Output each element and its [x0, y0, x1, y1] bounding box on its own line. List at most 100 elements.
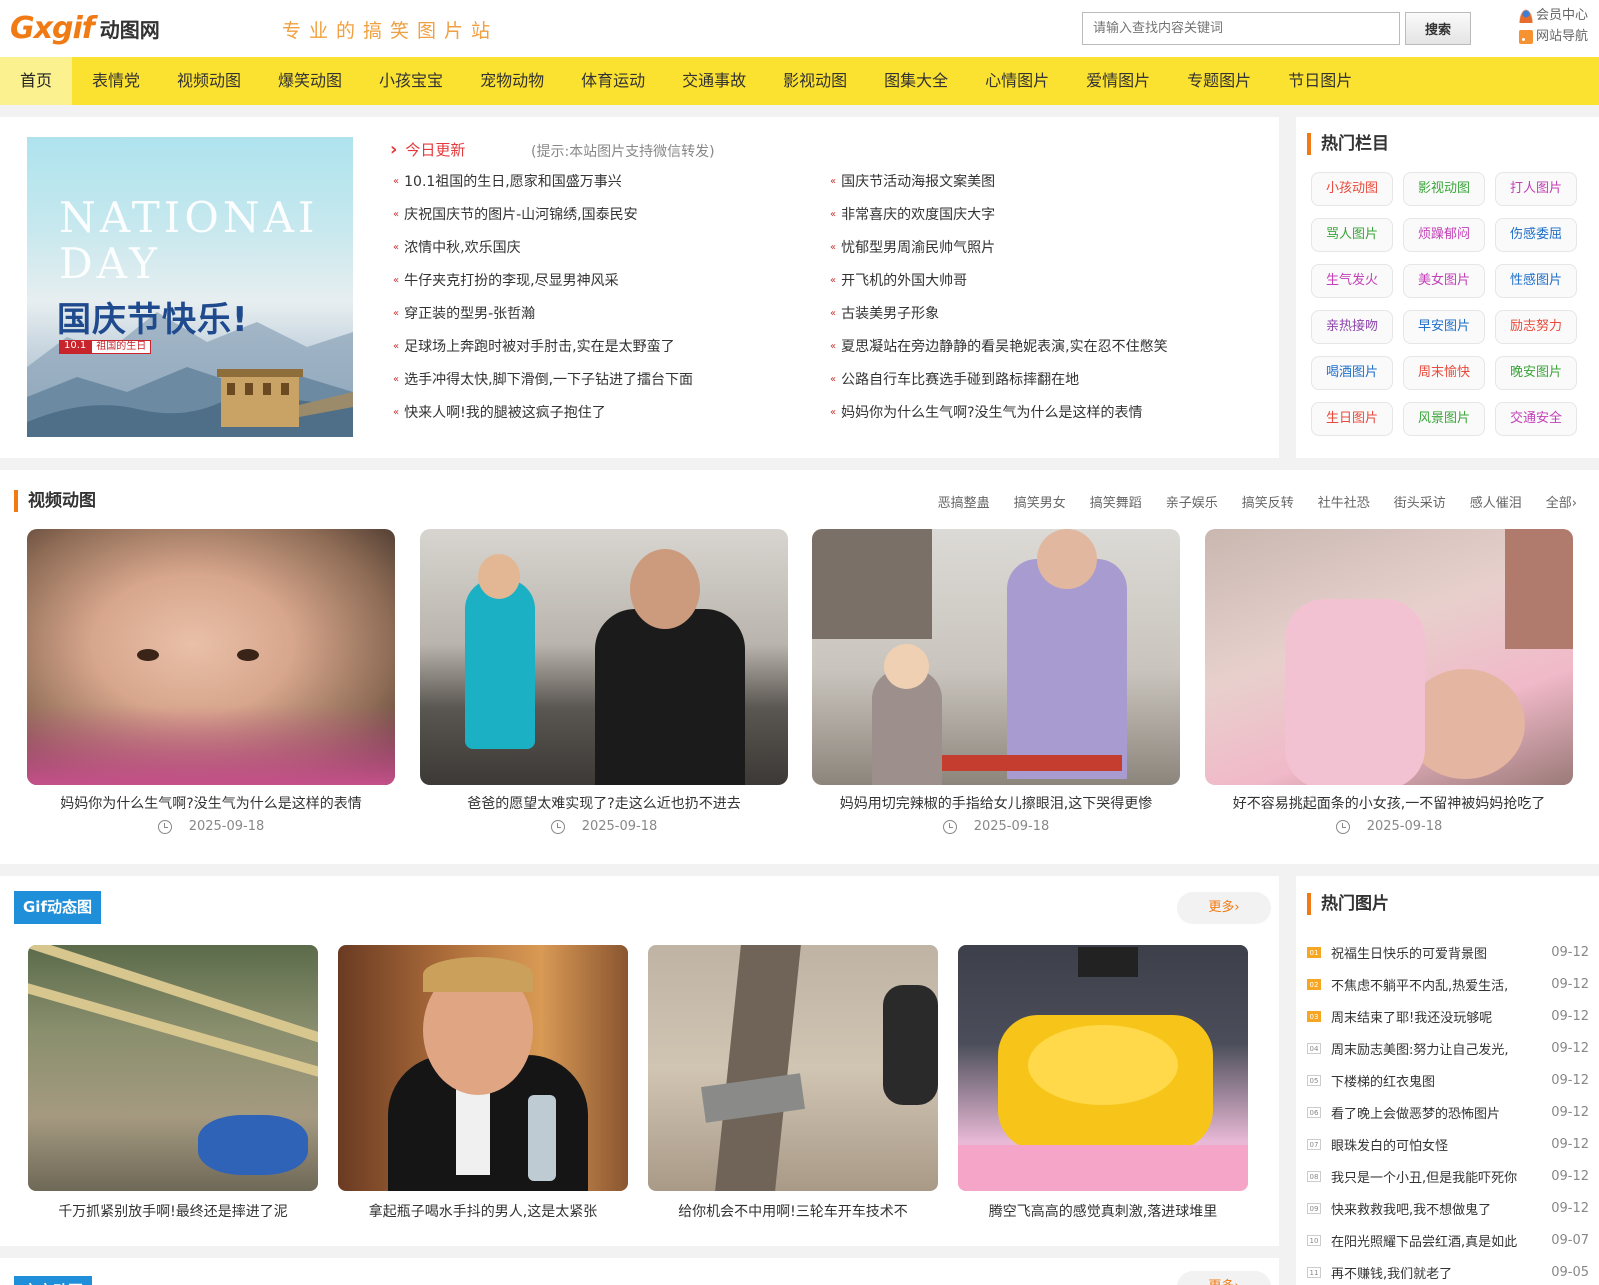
hot-column-tag[interactable]: 晚安图片 [1495, 356, 1577, 390]
nav-item[interactable]: 爆笑动图 [259, 57, 359, 105]
video-title: 妈妈用切完辣椒的手指给女儿擦眼泪,这下哭得更惨 [839, 796, 1153, 812]
video-sub-link[interactable]: 感人催泪 [1470, 492, 1522, 511]
nav-item[interactable]: 小孩宝宝 [360, 57, 460, 105]
news-item[interactable]: 快来人啊!我的腿被这疯子抱住了 [393, 403, 693, 436]
video-sub-link[interactable]: 搞笑反转 [1242, 492, 1294, 511]
hot-column-tag[interactable]: 伤感委屈 [1495, 218, 1577, 252]
search-input[interactable] [1082, 12, 1400, 45]
hot-column-tag[interactable]: 早安图片 [1403, 310, 1485, 344]
hot-column-tag[interactable]: 性感图片 [1495, 264, 1577, 298]
gif-thumbnail[interactable] [648, 945, 938, 1191]
gif-thumbnail[interactable] [958, 945, 1248, 1191]
hot-image-item[interactable]: 08 我只是一个小丑,但是我能吓死你 09-12 [1307, 1160, 1589, 1192]
hot-image-date: 09-07 [1551, 1232, 1589, 1248]
hot-column-tag[interactable]: 生日图片 [1311, 402, 1393, 436]
gif-more-button[interactable]: 更多› [1177, 892, 1271, 924]
video-sub-all-link[interactable]: 全部› [1546, 492, 1577, 511]
hot-column-tag[interactable]: 周末愉快 [1403, 356, 1485, 390]
hot-column-tag[interactable]: 亲热接吻 [1311, 310, 1393, 344]
video-sub-link[interactable]: 街头采访 [1394, 492, 1446, 511]
news-item[interactable]: 选手冲得太快,脚下滑倒,一下子钻进了擂台下面 [393, 370, 693, 403]
hot-column-tag[interactable]: 美女图片 [1403, 264, 1485, 298]
baby-more-button[interactable]: 更多› [1177, 1271, 1271, 1285]
gif-card[interactable]: 拿起瓶子喝水手抖的男人,这是太紧张 [338, 945, 628, 1221]
news-item[interactable]: 开飞机的外国大帅哥 [830, 271, 1168, 304]
video-card[interactable]: 爸爸的愿望太难实现了?走这么近也扔不进去 2025-09-18 [420, 529, 788, 834]
video-thumbnail[interactable] [812, 529, 1180, 785]
video-sub-link[interactable]: 恶搞整蛊 [938, 492, 990, 511]
hot-column-tag[interactable]: 风景图片 [1403, 402, 1485, 436]
news-item[interactable]: 夏思凝站在旁边静静的看吴艳妮表演,实在忍不住憋笑 [830, 337, 1167, 370]
site-nav-link[interactable]: 网站导航 [1519, 26, 1588, 47]
baby-section-label[interactable]: 宝宝动图 [14, 1276, 93, 1285]
hot-column-tag[interactable]: 骂人图片 [1311, 218, 1393, 252]
video-thumbnail[interactable] [420, 529, 788, 785]
gif-card[interactable]: 腾空飞高高的感觉真刺激,落进球堆里 [958, 945, 1248, 1221]
news-item[interactable]: 牛仔夹克打扮的李现,尽显男神风采 [393, 271, 693, 304]
gif-thumbnail[interactable] [338, 945, 628, 1191]
nav-item[interactable]: 宠物动物 [461, 57, 561, 105]
member-center-link[interactable]: 会员中心 [1519, 5, 1588, 26]
nav-item[interactable]: 表情党 [73, 57, 157, 105]
video-thumbnail[interactable] [27, 529, 395, 785]
nav-item[interactable]: 视频动图 [158, 57, 258, 105]
video-sub-link[interactable]: 亲子娱乐 [1166, 492, 1218, 511]
hot-column-tag[interactable]: 打人图片 [1495, 172, 1577, 206]
news-item[interactable]: 10.1祖国的生日,愿家和国盛万事兴 [393, 172, 693, 205]
video-card[interactable]: 妈妈用切完辣椒的手指给女儿擦眼泪,这下哭得更惨 2025-09-18 [812, 529, 1180, 834]
today-update-title[interactable]: 今日更新 [390, 139, 465, 160]
news-item[interactable]: 妈妈你为什么生气啊?没生气为什么是这样的表情 [830, 403, 1168, 436]
nav-item[interactable]: 专题图片 [1168, 57, 1268, 105]
gif-thumbnail[interactable] [28, 945, 318, 1191]
hot-image-item[interactable]: 05 下楼梯的红衣鬼图 09-12 [1307, 1064, 1589, 1096]
hot-column-tag[interactable]: 励志努力 [1495, 310, 1577, 344]
nav-item[interactable]: 体育运动 [562, 57, 662, 105]
feature-banner-image[interactable]: NATIONAI DAY 国庆节快乐! 10.1 祖国的生日 [27, 137, 353, 437]
news-item[interactable]: 足球场上奔跑时被对手肘击,实在是太野蛮了 [393, 337, 693, 370]
news-item[interactable]: 古装美男子形象 [830, 304, 1168, 337]
news-item[interactable]: 国庆节活动海报文案美图 [830, 172, 1168, 205]
video-card[interactable]: 好不容易挑起面条的小女孩,一不留神被妈妈抢吃了 2025-09-18 [1205, 529, 1573, 834]
video-card[interactable]: 妈妈你为什么生气啊?没生气为什么是这样的表情 2025-09-18 [27, 529, 395, 834]
hot-image-item[interactable]: 01 祝福生日快乐的可爱背景图 09-12 [1307, 936, 1589, 968]
search-button[interactable]: 搜索 [1405, 12, 1471, 45]
video-sub-link[interactable]: 社牛社恐 [1318, 492, 1370, 511]
nav-item[interactable]: 影视动图 [764, 57, 864, 105]
hot-image-item[interactable]: 06 看了晚上会做恶梦的恐怖图片 09-12 [1307, 1096, 1589, 1128]
hot-image-item[interactable]: 09 快来救救我吧,我不想做鬼了 09-12 [1307, 1192, 1589, 1224]
nav-item[interactable]: 节日图片 [1269, 57, 1369, 105]
nav-item[interactable]: 图集大全 [865, 57, 965, 105]
news-item[interactable]: 忧郁型男周渝民帅气照片 [830, 238, 1168, 271]
news-item[interactable]: 非常喜庆的欢度国庆大字 [830, 205, 1168, 238]
hot-image-item[interactable]: 03 周末结束了耶!我还没玩够呢 09-12 [1307, 1000, 1589, 1032]
news-item[interactable]: 浓情中秋,欢乐国庆 [393, 238, 693, 271]
hot-column-tag[interactable]: 生气发火 [1311, 264, 1393, 298]
nav-item[interactable]: 爱情图片 [1067, 57, 1167, 105]
video-thumbnail[interactable] [1205, 529, 1573, 785]
video-sub-link[interactable]: 搞笑男女 [1014, 492, 1066, 511]
hot-column-tag[interactable]: 交通安全 [1495, 402, 1577, 436]
nav-item[interactable]: 交通事故 [663, 57, 763, 105]
video-sub-link[interactable]: 搞笑舞蹈 [1090, 492, 1142, 511]
nav-item-home[interactable]: 首页 [0, 57, 72, 105]
news-item[interactable]: 庆祝国庆节的图片-山河锦绣,国泰民安 [393, 205, 693, 238]
hot-image-item[interactable]: 11 再不赚钱,我们就老了 09-05 [1307, 1256, 1589, 1285]
news-title: 牛仔夹克打扮的李现,尽显男神风采 [404, 273, 619, 289]
hot-column-tag[interactable]: 烦躁郁闷 [1403, 218, 1485, 252]
site-logo[interactable]: Gxgif 动图网 [10, 8, 160, 48]
top-links: 会员中心 网站导航 [1519, 5, 1588, 47]
hot-image-item[interactable]: 02 不焦虑不躺平不内乱,热爱生活, 09-12 [1307, 968, 1589, 1000]
hot-column-tag[interactable]: 影视动图 [1403, 172, 1485, 206]
news-item[interactable]: 穿正装的型男-张哲瀚 [393, 304, 693, 337]
news-item[interactable]: 公路自行车比赛选手碰到路标摔翻在地 [830, 370, 1168, 403]
hot-image-item[interactable]: 07 眼珠发白的可怕女怪 09-12 [1307, 1128, 1589, 1160]
hot-column-tag[interactable]: 喝酒图片 [1311, 356, 1393, 390]
video-date: 2025-09-18 [812, 819, 1180, 834]
hot-image-item[interactable]: 04 周末励志美图:努力让自己发光, 09-12 [1307, 1032, 1589, 1064]
gif-section-label[interactable]: Gif动态图 [14, 891, 101, 924]
hot-image-item[interactable]: 10 在阳光照耀下品尝红酒,真是如此 09-07 [1307, 1224, 1589, 1256]
gif-card[interactable]: 给你机会不中用啊!三轮车开车技术不 [648, 945, 938, 1221]
hot-column-tag[interactable]: 小孩动图 [1311, 172, 1393, 206]
nav-item[interactable]: 心情图片 [966, 57, 1066, 105]
gif-card[interactable]: 千万抓紧别放手啊!最终还是摔进了泥 [28, 945, 318, 1221]
